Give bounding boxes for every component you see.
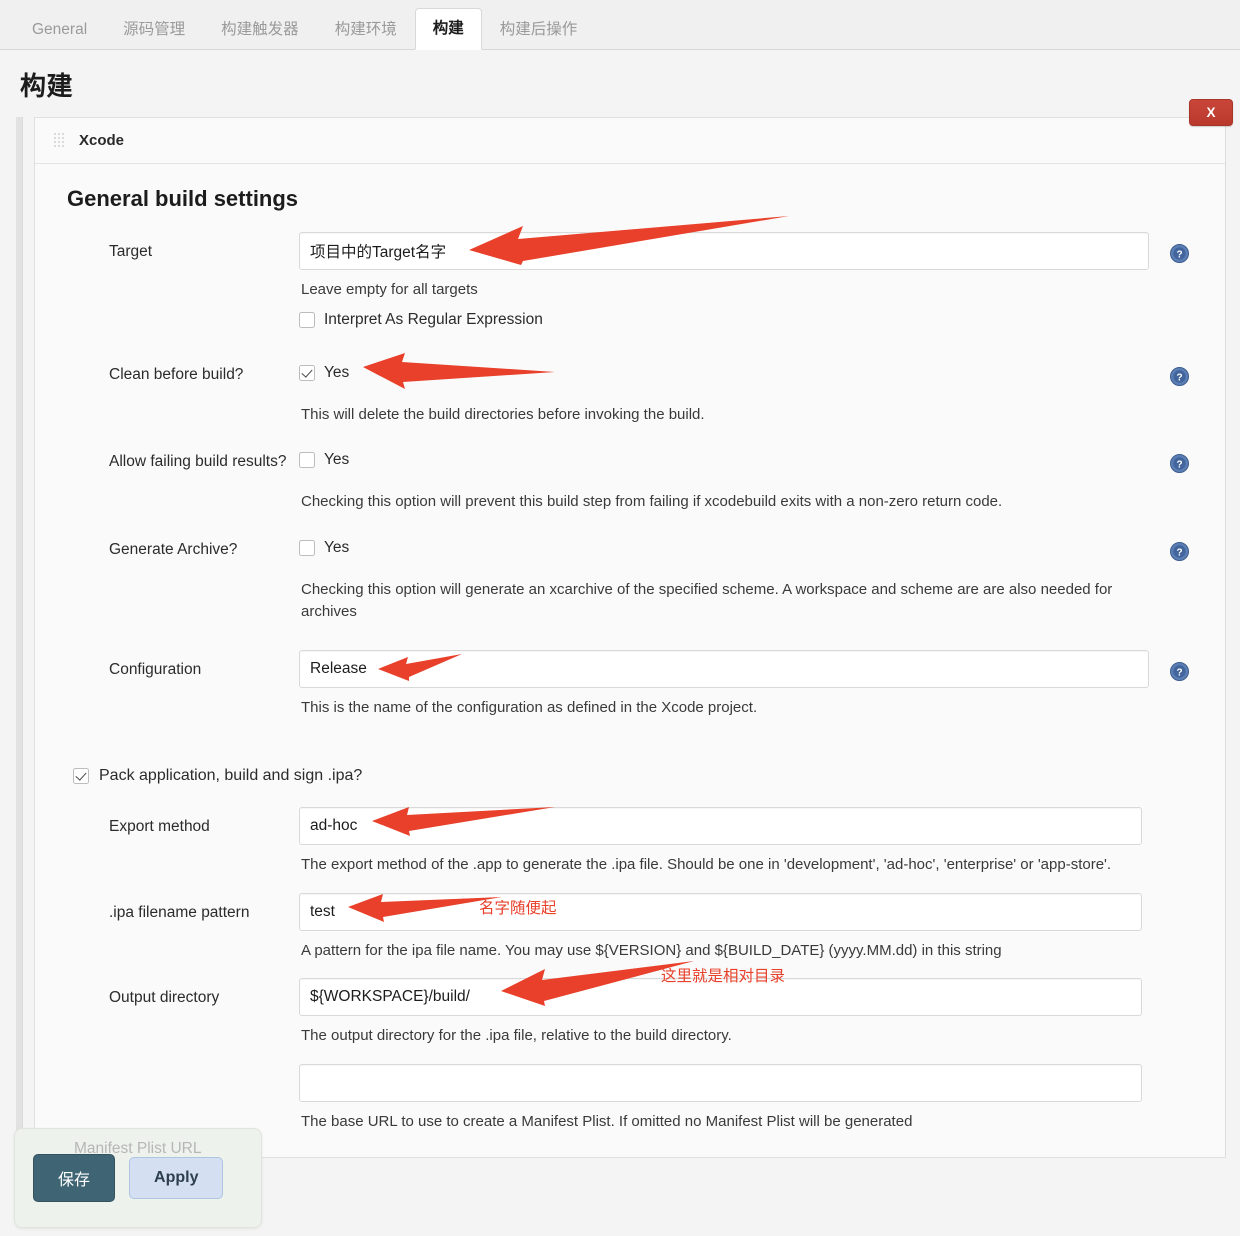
pack-application-row: Pack application, build and sign .ipa? <box>51 757 1209 791</box>
regex-checkbox-row: Interpret As Regular Expression <box>299 302 1149 329</box>
generate-archive-yes-label: Yes <box>324 538 350 556</box>
tab-build-environment[interactable]: 构建环境 <box>317 9 415 51</box>
help-icon-configuration[interactable]: ? <box>1169 661 1189 681</box>
allow-failing-row: Yes <box>299 442 1149 469</box>
interpret-as-regex-checkbox[interactable] <box>299 311 315 328</box>
label-export-method: Export method <box>109 818 210 835</box>
config-tab-bar: General 源码管理 构建触发器 构建环境 构建 构建后操作 <box>0 0 1240 50</box>
xcode-builder-panel: X Xcode General build settings Target 项目… <box>34 99 1233 1158</box>
label-configuration: Configuration <box>109 660 202 678</box>
label-clean-before-build: Clean before build? <box>109 365 244 383</box>
tab-source-management[interactable]: 源码管理 <box>105 9 203 51</box>
label-allow-failing: Allow failing build results? <box>109 453 287 470</box>
manifest-plist-url-input[interactable] <box>299 1063 1142 1102</box>
svg-text:?: ? <box>1176 250 1182 261</box>
help-icon-clean-before-build[interactable]: ? <box>1169 366 1189 386</box>
allow-failing-checkbox[interactable] <box>299 452 315 468</box>
field-row-output-directory: Output directory The output directory fo… <box>51 961 1209 1048</box>
label-ipa-filename-pattern: .ipa filename pattern <box>109 903 250 921</box>
save-button[interactable]: 保存 <box>33 1154 116 1202</box>
apply-button[interactable]: Apply <box>129 1157 224 1199</box>
field-row-ipa-filename-pattern: .ipa filename pattern A pattern for the … <box>51 892 1209 963</box>
clean-before-build-yes-label: Yes <box>324 363 350 381</box>
section-title-general-build-settings: General build settings <box>67 186 299 211</box>
tab-build-triggers[interactable]: 构建触发器 <box>203 9 317 51</box>
pack-application-label: Pack application, build and sign .ipa? <box>99 767 363 784</box>
svg-text:?: ? <box>1176 372 1182 383</box>
page-title: 构建 <box>20 71 74 101</box>
interpret-as-regex-label: Interpret As Regular Expression <box>324 310 543 328</box>
export-method-input[interactable] <box>299 807 1142 845</box>
hint-generate-archive: Checking this option will generate an xc… <box>301 580 1113 621</box>
label-target: Target <box>109 243 153 260</box>
builder-title: Xcode <box>79 132 125 149</box>
tab-post-build-actions[interactable]: 构建后操作 <box>482 9 596 51</box>
clean-before-build-row: Yes <box>299 355 1149 382</box>
clean-before-build-checkbox[interactable] <box>299 364 315 381</box>
label-output-directory: Output directory <box>109 989 220 1006</box>
ipa-filename-pattern-input[interactable] <box>299 892 1142 931</box>
manifest-plist-url-floating-label: Manifest Plist URL <box>74 1140 202 1157</box>
hint-allow-failing: Checking this option will prevent this b… <box>301 493 1003 510</box>
field-row-manifest-plist-url: The base URL to use to create a Manifest… <box>51 1063 1209 1134</box>
builder-header: Xcode <box>35 118 1225 164</box>
target-input[interactable] <box>299 232 1149 270</box>
help-icon-allow-failing[interactable]: ? <box>1169 454 1189 473</box>
build-config-page: General 源码管理 构建触发器 构建环境 构建 构建后操作 构建 X Xc… <box>0 0 1240 1236</box>
field-row-generate-archive: Generate Archive? Yes Checking this opti… <box>51 530 1209 624</box>
left-rail-divider <box>16 117 23 1217</box>
field-row-target: Target Leave empty for all targets Inter… <box>51 216 1209 329</box>
hint-export-method: The export method of the .app to generat… <box>301 856 1112 873</box>
help-icon-generate-archive[interactable]: ? <box>1169 541 1189 561</box>
tab-general[interactable]: General <box>14 9 105 51</box>
field-row-configuration: Configuration This is the name of the co… <box>51 649 1209 720</box>
field-row-allow-failing: Allow failing build results? Yes Checkin… <box>51 442 1209 514</box>
hint-ipa-filename-pattern: A pattern for the ipa file name. You may… <box>301 941 1002 959</box>
svg-text:?: ? <box>1176 547 1182 558</box>
pack-application-checkbox[interactable] <box>73 768 89 784</box>
generate-archive-row: Yes <box>299 530 1149 557</box>
help-icon-target[interactable]: ? <box>1169 244 1189 263</box>
hint-output-directory: The output directory for the .ipa file, … <box>301 1027 732 1044</box>
field-row-export-method: Export method The export method of the .… <box>51 807 1209 877</box>
field-row-clean-before-build: Clean before build? Yes This will delete… <box>51 352 1209 427</box>
hint-manifest-plist-url: The base URL to use to create a Manifest… <box>301 1112 913 1130</box>
output-directory-input[interactable] <box>299 978 1142 1016</box>
hint-target: Leave empty for all targets <box>301 281 478 298</box>
tab-build[interactable]: 构建 <box>414 7 482 50</box>
delete-builder-button[interactable]: X <box>1189 99 1233 126</box>
label-manifest-plist-url <box>51 1064 299 1075</box>
drag-handle-icon[interactable] <box>53 132 68 149</box>
hint-configuration: This is the name of the configuration as… <box>301 698 758 716</box>
allow-failing-yes-label: Yes <box>324 451 350 468</box>
configuration-input[interactable] <box>299 649 1149 688</box>
label-generate-archive: Generate Archive? <box>109 540 238 558</box>
builder-wrapper: X Xcode General build settings Target 项目… <box>16 99 1233 1217</box>
generate-archive-checkbox[interactable] <box>299 539 315 556</box>
build-settings-form: Target Leave empty for all targets Inter… <box>35 216 1225 1157</box>
hint-clean-before-build: This will delete the build directories b… <box>301 405 705 423</box>
svg-text:?: ? <box>1176 460 1182 471</box>
svg-text:?: ? <box>1176 667 1182 678</box>
